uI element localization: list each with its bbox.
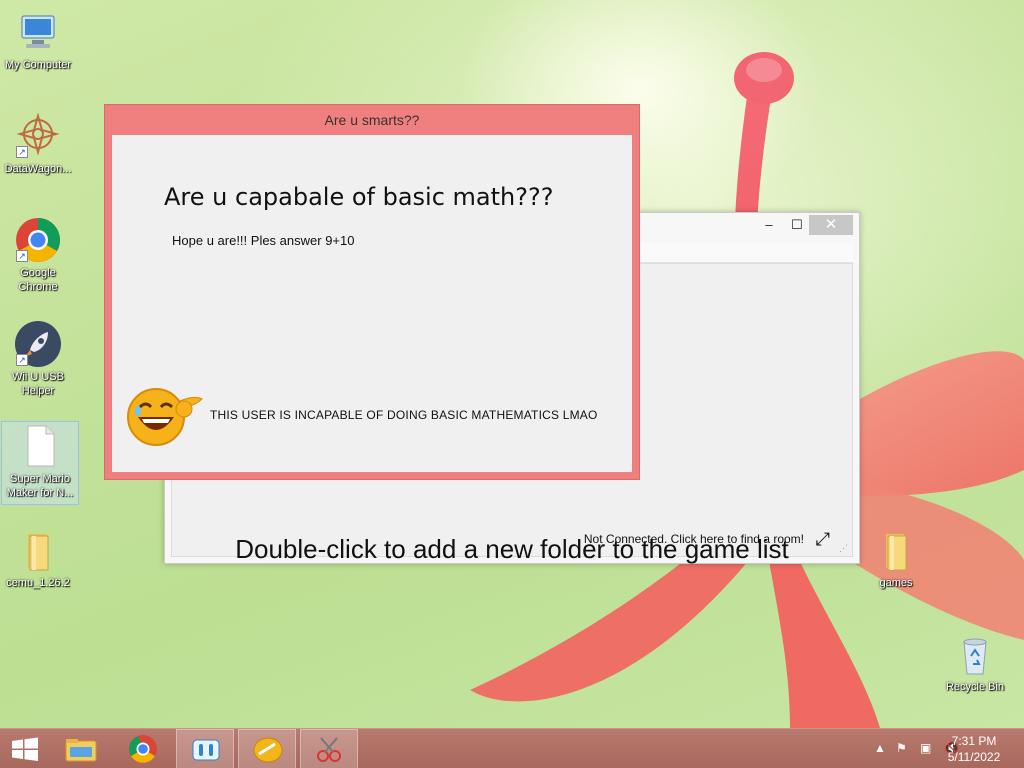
taskbar-file-explorer[interactable]	[52, 729, 110, 768]
desktop-icon-label: DataWagon...	[4, 163, 72, 175]
minimize-button[interactable]: –	[755, 215, 783, 235]
windows-logo-icon	[12, 737, 38, 761]
folder-icon	[872, 526, 920, 574]
dialog-title[interactable]: Are u smarts??	[105, 105, 639, 135]
desktop-icon-label: My Computer	[4, 59, 72, 71]
desktop-icon-games-folder[interactable]: games	[858, 526, 934, 590]
chrome-icon	[129, 735, 157, 763]
dialog-heading: Are u capabale of basic math???	[164, 183, 554, 211]
maximize-button[interactable]: ☐	[783, 215, 811, 235]
cemu-icon	[253, 737, 283, 763]
shortcut-arrow-icon: ↗	[16, 250, 28, 262]
scissors-icon	[317, 737, 341, 762]
taskbar-chrome[interactable]	[114, 729, 172, 768]
desktop-icon-recycle-bin[interactable]: Recycle Bin	[937, 630, 1013, 694]
shortcut-arrow-icon: ↗	[16, 354, 28, 366]
file-icon	[16, 422, 64, 470]
taskbar: ▲ ⚑ ▣ 🔇 7:31 PM 5/11/2022	[0, 728, 1024, 768]
network-status-link[interactable]: Not Connected. Click here to find a room…	[584, 532, 804, 546]
dialog-body: Are u capabale of basic math??? Hope u a…	[112, 135, 632, 472]
chrome-icon: ↗	[14, 216, 62, 264]
clock-time: 7:31 PM	[951, 734, 997, 748]
desktop-icon-cemu-folder[interactable]: cemu_1.26.2	[0, 526, 76, 590]
rocket-icon: ↗	[14, 320, 62, 368]
computer-icon	[14, 8, 62, 56]
clock-date: 5/11/2022	[947, 750, 1001, 764]
desktop-icon-label: Recycle Bin	[945, 681, 1005, 693]
dialog-subtext: Hope u are!!! Ples answer 9+10	[172, 233, 355, 248]
wii-u-icon	[192, 739, 220, 761]
desktop-icon-wii-u-usb-helper[interactable]: ↗ Wii U USB Helper	[0, 320, 76, 398]
clock[interactable]: 7:31 PM 5/11/2022	[944, 733, 1004, 765]
taskbar-snipping-tool[interactable]	[300, 729, 358, 768]
desktop-icon-label: cemu_1.26.2	[6, 577, 70, 589]
folder-icon	[14, 526, 62, 574]
show-hidden-icons-icon[interactable]: ▲	[874, 741, 886, 755]
taskbar-cemu[interactable]	[238, 729, 296, 768]
shortcut-arrow-icon: ↗	[16, 146, 28, 158]
desktop-icon-super-mario-maker[interactable]: Super Mario Maker for N...	[1, 421, 79, 505]
desktop-icon-label: games	[879, 577, 913, 589]
resize-grip-icon[interactable]: ⋰	[839, 543, 848, 554]
start-button[interactable]	[0, 729, 58, 768]
system-tray: ▲ ⚑ ▣ 🔇 7:31 PM 5/11/2022	[824, 729, 1024, 768]
dialog-message: THIS USER IS INCAPABLE OF DOING BASIC MA…	[210, 408, 598, 422]
desktop-icon-chrome[interactable]: ↗ Google Chrome	[0, 216, 76, 294]
math-dialog[interactable]: Are u smarts?? Are u capabale of basic m…	[104, 104, 640, 480]
desktop-icon-label: Google Chrome	[18, 267, 58, 293]
desktop-icon-my-computer[interactable]: My Computer	[0, 8, 76, 72]
desktop-icon-label: Wii U USB Helper	[12, 371, 64, 397]
file-explorer-icon	[65, 739, 97, 762]
action-center-flag-icon[interactable]: ⚑	[896, 741, 907, 755]
datawagon-icon: ↗	[14, 112, 62, 160]
taskbar-wii-u-usb-helper[interactable]	[176, 729, 234, 768]
desktop-icon-datawagon[interactable]: ↗ DataWagon...	[0, 112, 76, 176]
recycle-bin-icon	[951, 630, 999, 678]
desktop-icon-label: Super Mario Maker for N...	[6, 473, 74, 499]
laughing-emoji-icon	[127, 388, 203, 446]
close-button[interactable]: ✕	[809, 215, 853, 235]
network-disconnected-icon[interactable]: ⤢	[816, 529, 830, 550]
network-icon[interactable]: ▣	[920, 741, 931, 755]
